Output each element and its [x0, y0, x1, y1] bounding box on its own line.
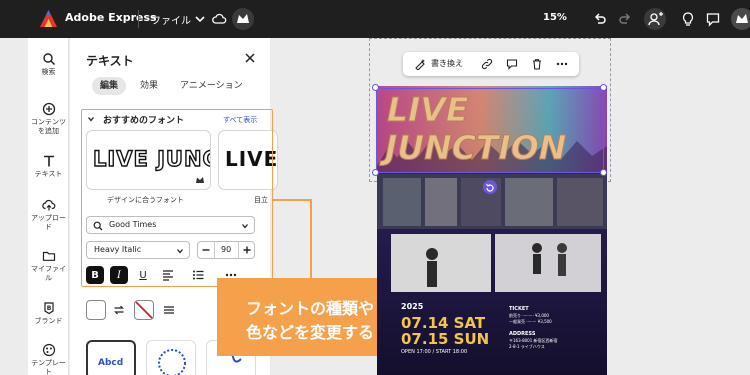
text-style-preview[interactable]: [146, 340, 196, 375]
magic-crown-icon: [237, 14, 249, 23]
rail-brand[interactable]: B ブランド: [28, 301, 69, 326]
text-selection-box[interactable]: [376, 88, 604, 173]
panel-title: テキスト: [86, 54, 134, 68]
resize-handle[interactable]: [372, 84, 379, 91]
rotate-handle[interactable]: [483, 180, 497, 194]
rotate-icon: [486, 183, 494, 192]
rail-upload[interactable]: アップロード: [28, 198, 69, 232]
rail-label-add-content: コンテンツ を追加: [31, 118, 66, 135]
zoom-level[interactable]: 15%: [543, 12, 567, 23]
lightbulb-icon[interactable]: [680, 11, 696, 27]
stroke-icon[interactable]: [163, 304, 175, 316]
top-bar: Adobe Express ファイル 15%: [0, 0, 750, 38]
more-icon[interactable]: [556, 60, 568, 68]
no-fill-swatch[interactable]: [134, 300, 154, 320]
preview-text: Abcd: [98, 358, 124, 368]
resize-handle[interactable]: [600, 84, 607, 91]
resize-handle[interactable]: [600, 169, 607, 176]
callout-text: フォントの種類や: [245, 299, 374, 318]
rail-label-upload: アップロード: [31, 214, 66, 231]
floating-toolbar: 書き換え: [403, 52, 579, 76]
template-icon: [42, 343, 55, 357]
link-icon[interactable]: [481, 58, 493, 70]
folder-icon: [42, 251, 55, 261]
rail-label-search: 検索: [41, 68, 56, 76]
cloud-icon[interactable]: [211, 11, 227, 27]
no-fill-icon: [135, 301, 153, 319]
rail-label-templates: テンプレート: [31, 359, 66, 375]
add-user-icon: [648, 12, 663, 26]
file-menu[interactable]: ファイル: [151, 12, 191, 27]
swap-icon[interactable]: [113, 304, 125, 316]
highlight-frame: [81, 109, 273, 287]
callout-connector: [273, 199, 311, 201]
text-color-swatch[interactable]: [86, 300, 106, 320]
rail-label-brand: ブランド: [34, 317, 63, 325]
plus-circle-icon: [42, 102, 55, 116]
rail-my-files[interactable]: マイファイル: [28, 249, 69, 283]
poster-times: OPEN 17:00 / START 18:00: [401, 349, 468, 355]
tab-edit[interactable]: 編集: [92, 77, 127, 95]
divider: [138, 10, 139, 28]
tab-animation[interactable]: アニメーション: [172, 77, 251, 95]
poster-ticket-line: 一般発売 ········ ¥3,500: [509, 319, 552, 324]
crown-icon: [736, 14, 748, 23]
upload-icon: [41, 199, 55, 211]
poster-ticket-heading: TICKET: [509, 306, 529, 312]
poster-address-heading: ADDRESS: [509, 331, 536, 337]
rewrite-button[interactable]: 書き換え: [431, 58, 463, 69]
close-icon[interactable]: [244, 52, 256, 64]
redo-icon[interactable]: [617, 11, 633, 27]
circular-text-icon: [158, 349, 186, 375]
comment-icon[interactable]: [705, 11, 721, 27]
adobe-express-logo[interactable]: [39, 9, 58, 28]
search-icon: [42, 53, 55, 66]
brand-icon: B: [43, 302, 54, 315]
callout-box: フォントの種類や 色などを変更する: [217, 278, 403, 356]
poster-year: 2025: [401, 302, 424, 311]
poster-address-line: 2-8-1 ライブハウス: [509, 344, 545, 349]
rail-text[interactable]: テキスト: [28, 154, 69, 179]
magic-crown-button[interactable]: [232, 8, 254, 30]
rail-search[interactable]: 検索: [28, 52, 69, 77]
left-rail: 検索 コンテンツ を追加 テキスト アップロード マイファイル B ブランド テ…: [28, 38, 69, 375]
callout-connector: [310, 199, 312, 279]
undo-icon[interactable]: [592, 11, 608, 27]
rewrite-icon: [415, 59, 425, 70]
chevron-down-icon[interactable]: [192, 11, 208, 27]
rail-templates[interactable]: テンプレート: [28, 343, 69, 375]
comment-icon[interactable]: [506, 58, 518, 70]
trash-icon[interactable]: [531, 58, 543, 70]
rail-label-text: テキスト: [34, 170, 63, 178]
premium-button[interactable]: [731, 8, 750, 30]
poster-date2: 07.15 SUN: [401, 330, 490, 348]
svg-text:B: B: [46, 305, 51, 312]
text-style-preview[interactable]: Abcd: [86, 340, 136, 375]
resize-handle[interactable]: [372, 169, 379, 176]
text-icon: [43, 155, 54, 167]
tab-effects[interactable]: 効果: [132, 77, 166, 95]
rail-add-content[interactable]: コンテンツ を追加: [28, 102, 69, 136]
invite-button[interactable]: [644, 8, 666, 30]
rail-label-my-files: マイファイル: [31, 265, 66, 282]
callout-text: 色などを変更する: [245, 323, 374, 342]
app-name: Adobe Express: [65, 11, 157, 24]
